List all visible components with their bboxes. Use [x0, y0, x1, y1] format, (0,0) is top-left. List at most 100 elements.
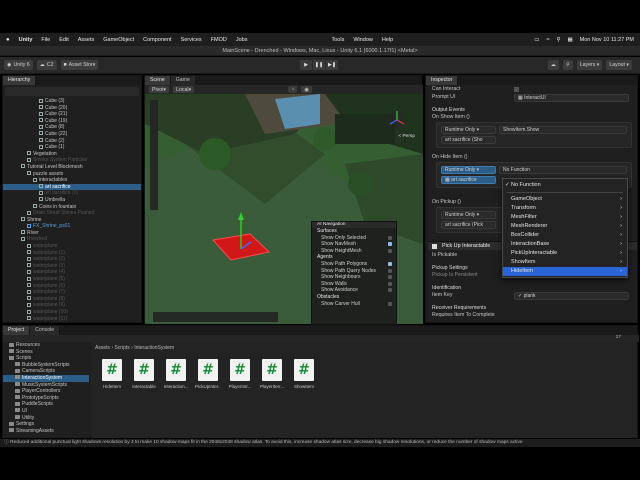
hierarchy-row[interactable]: waterplane (1) — [3, 250, 141, 257]
hierarchy-row[interactable]: waterplane (6) — [3, 283, 141, 290]
menu-tools[interactable]: Tools — [331, 37, 344, 43]
project-folder[interactable]: PlayerControllers — [3, 388, 89, 395]
dropdown-item[interactable]: BoxCollider › — [503, 231, 627, 240]
menu-edit[interactable]: Edit — [59, 37, 68, 43]
search-toolbar-icon[interactable]: ⚲ — [562, 60, 573, 70]
cloud-button[interactable]: ☁ C2 — [36, 60, 57, 70]
nav-option[interactable]: Show Walls — [312, 281, 396, 288]
layers-dropdown[interactable]: Layers ▾ — [576, 60, 603, 70]
control-center-icon[interactable]: ▦ — [567, 37, 572, 43]
script-asset[interactable]: # ShowItem — [291, 359, 317, 389]
hierarchy-row[interactable]: Cube (22) — [3, 131, 141, 138]
hierarchy-row[interactable]: waterplane (9) — [3, 302, 141, 309]
menu-help[interactable]: Help — [382, 37, 393, 43]
nav-option[interactable]: Show Neighbours — [312, 274, 396, 281]
nav-option[interactable]: Show Path Query Nodes — [312, 268, 396, 275]
breadcrumb-scripts[interactable]: Scripts — [114, 345, 129, 351]
tab-inspector[interactable]: Inspector — [426, 76, 459, 85]
dropdown-item[interactable]: PickUpInteractable › — [503, 249, 627, 258]
project-folder[interactable]: PuddleScripts — [3, 401, 89, 408]
local-dropdown[interactable]: Local ▾ — [173, 86, 195, 93]
menu-unity[interactable]: Unity — [19, 37, 33, 43]
dropdown-item[interactable]: MeshRenderer › — [503, 222, 627, 231]
menu-assets[interactable]: Assets — [78, 37, 95, 43]
hierarchy-row[interactable]: waterplane (3) — [3, 263, 141, 270]
gizmos-icon[interactable]: ◉ — [301, 86, 312, 93]
nav-option-checkbox[interactable] — [388, 281, 392, 286]
hide-target-field[interactable]: ▦ art sacrifice — [441, 176, 496, 184]
menu-file[interactable]: File — [41, 37, 50, 43]
script-asset[interactable]: # PickUpInter... — [195, 359, 221, 389]
nav-option-checkbox[interactable] — [388, 288, 392, 293]
hierarchy-row[interactable]: Tutorial Level Blockmesh — [3, 164, 141, 171]
hierarchy-row[interactable]: Cube (1) — [3, 144, 141, 151]
layout-dropdown[interactable]: Layout ▾ — [606, 60, 632, 70]
step-icon[interactable]: ▶❚ — [326, 60, 338, 70]
project-folder[interactable]: Scripts — [3, 355, 89, 362]
hierarchy-row[interactable]: waterplane (8) — [3, 296, 141, 303]
nav-option[interactable]: Show HeightMesh — [312, 248, 396, 255]
nav-option-checkbox[interactable] — [388, 235, 392, 240]
project-folder[interactable]: Utility — [3, 415, 89, 422]
breadcrumb-assets[interactable]: Assets — [95, 345, 110, 351]
dropdown-item[interactable]: ShowItem › — [503, 258, 627, 267]
project-folder[interactable]: InteractionSystem — [3, 374, 89, 382]
item-key-field[interactable]: ✓ plank — [514, 292, 629, 300]
project-folder[interactable]: UI — [3, 408, 89, 415]
menu-component[interactable]: Component — [143, 37, 171, 43]
hierarchy-row[interactable]: Coins in fountain — [3, 204, 141, 211]
hierarchy-row[interactable]: FX_Shrine_ps01 — [3, 223, 141, 230]
hierarchy-row[interactable]: art sacrifice (1) — [3, 190, 141, 197]
menu-jobs[interactable]: Jobs — [236, 37, 248, 43]
component-enable-checkbox[interactable] — [432, 244, 437, 249]
tab-project[interactable]: Project — [3, 326, 31, 335]
tab-hierarchy[interactable]: Hierarchy — [3, 76, 37, 85]
pickup-target-field[interactable]: art sacrifice (Pick — [441, 221, 496, 229]
dropdown-item[interactable]: InteractionBase › — [503, 240, 627, 249]
hide-function-dropdown[interactable]: No Function — [499, 166, 627, 174]
account-button[interactable]: ◉ Unity 6 — [4, 60, 33, 70]
tab-game[interactable]: Game — [170, 76, 196, 85]
hierarchy-row[interactable]: Smoke System Particles — [3, 157, 141, 164]
hierarchy-row[interactable]: Cube (8) — [3, 124, 141, 131]
pause-icon[interactable]: ❚❚ — [313, 60, 325, 70]
breadcrumb-interactionsystem[interactable]: InteractionSystem — [134, 345, 174, 351]
hierarchy-row[interactable]: Cube (19) — [3, 118, 141, 125]
project-folder[interactable]: MusicSystemScripts — [3, 382, 89, 389]
prompt-ui-field[interactable]: ▦ InteractUI — [514, 94, 629, 102]
hide-runtime-dropdown[interactable]: Runtime Only ▾ — [441, 166, 496, 174]
script-asset[interactable]: # HideItem — [99, 359, 125, 389]
project-folder[interactable]: Settings — [3, 421, 89, 428]
hierarchy-row[interactable]: Cube (3) — [3, 98, 141, 105]
script-asset[interactable]: # Interactable — [131, 359, 157, 389]
script-asset[interactable]: # PlayerIterr... — [259, 359, 285, 389]
hierarchy-row[interactable]: waterplane (10) — [3, 309, 141, 316]
project-folder[interactable]: StreamingAssets — [3, 428, 89, 435]
search-icon[interactable]: ⚲ — [556, 37, 560, 43]
project-folder[interactable]: Resources — [3, 342, 89, 349]
dropdown-item[interactable]: Transform › — [503, 204, 627, 213]
nav-option[interactable]: Show Only Selected — [312, 235, 396, 242]
hierarchy-row[interactable]: Cube (20) — [3, 105, 141, 112]
menu-gameobject[interactable]: GameObject — [103, 37, 134, 43]
show-function-dropdown[interactable]: ShowItem.Show — [499, 126, 627, 134]
project-folder[interactable]: BubbleSystemScripts — [3, 362, 89, 369]
hierarchy-row[interactable]: waterplane (7) — [3, 289, 141, 296]
project-folder[interactable]: PrototypeScripts — [3, 395, 89, 402]
dropdown-item[interactable]: GameObject › — [503, 195, 627, 204]
nav-option-checkbox[interactable] — [388, 275, 392, 280]
pivot-dropdown[interactable]: Pivot ▾ — [149, 86, 170, 93]
nav-option-checkbox[interactable] — [388, 261, 392, 266]
render-mode-icon[interactable]: ◔ — [288, 86, 298, 93]
show-runtime-dropdown[interactable]: Runtime Only ▾ — [441, 126, 496, 134]
play-icon[interactable]: ▶ — [300, 60, 312, 70]
hierarchy-row[interactable]: River — [3, 230, 141, 237]
hierarchy-search-input[interactable] — [5, 87, 139, 96]
hierarchy-row[interactable]: puzzle assets — [3, 171, 141, 178]
hierarchy-row[interactable]: waterplane (5) — [3, 276, 141, 283]
can-interact-checkbox[interactable]: ✓ — [514, 87, 519, 92]
hierarchy-row[interactable]: waterplane (11) — [3, 316, 141, 323]
dropdown-item[interactable]: HideItem › — [503, 267, 627, 276]
menu-fmod[interactable]: FMOD — [211, 37, 227, 43]
hierarchy-row[interactable]: interactables — [3, 177, 141, 184]
